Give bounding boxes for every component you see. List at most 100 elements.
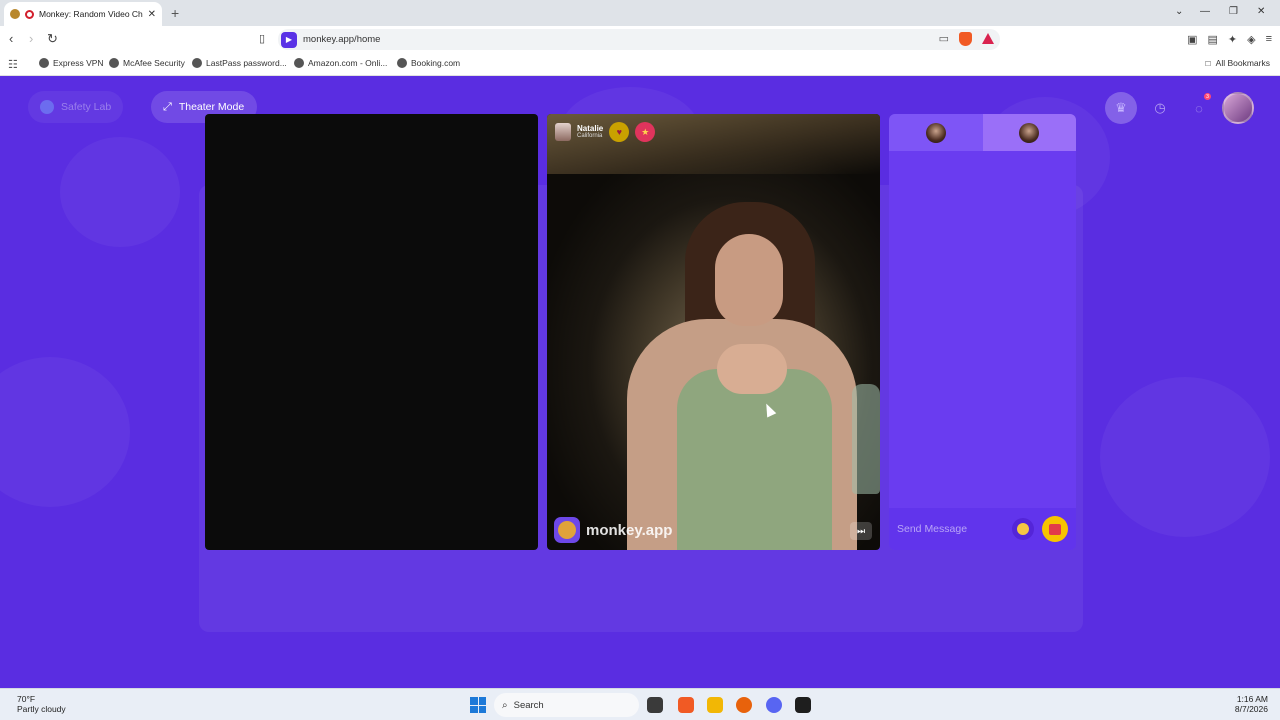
bookmark-item[interactable]: LastPass password... (192, 58, 287, 68)
bookmark-label: Booking.com (411, 58, 461, 68)
watermark-text: monkey.app (586, 521, 673, 539)
bookmarks-bar: ☷ Express VPN McAfee Security LastPass p… (0, 53, 1280, 76)
globe-icon (192, 58, 202, 68)
brave-rewards-icon[interactable] (982, 33, 994, 44)
tab-search-dropdown-icon[interactable]: ⌄ (1175, 6, 1183, 17)
clock-icon[interactable]: ◷ (1144, 92, 1176, 124)
gift-icon[interactable] (1042, 516, 1068, 542)
partner-avatar (925, 122, 946, 143)
address-bar[interactable]: ▶ monkey.app/home ▭ (278, 29, 1000, 50)
chat-bubble-icon[interactable]: ◌ 3 (1183, 92, 1215, 124)
wallet-icon[interactable]: ▤ (1207, 33, 1217, 46)
bookmark-label: LastPass password... (206, 58, 287, 68)
monkey-logo-icon (554, 517, 580, 543)
close-window-button[interactable]: ✕ (1257, 6, 1265, 17)
video-figure (717, 344, 787, 394)
windows-start-icon[interactable] (470, 697, 486, 713)
send-message-input[interactable]: Send Message (897, 523, 1012, 535)
bookmark-page-icon[interactable]: ▯ (259, 32, 265, 46)
clock[interactable]: 1:16 AM 8/7/2026 (1235, 694, 1268, 714)
emoji-face-icon (1017, 523, 1029, 535)
chat-panel: Send Message (889, 114, 1076, 550)
weather-desc: Partly cloudy (17, 704, 66, 714)
caller-location: California (577, 133, 603, 139)
search-icon: ⌕ (502, 699, 508, 711)
bookmark-item[interactable]: Amazon.com - Onli... (294, 58, 387, 68)
discord-icon[interactable] (766, 697, 782, 713)
app-icon[interactable] (736, 697, 752, 713)
background-blob (0, 357, 130, 507)
vpn-shield-icon[interactable]: ◈ (1247, 33, 1255, 46)
badge-icon[interactable]: ★ (635, 122, 656, 142)
globe-icon (109, 58, 119, 68)
url-text[interactable]: monkey.app/home (303, 34, 380, 45)
crown-icon[interactable]: ♛ (1105, 92, 1137, 124)
caller-avatar[interactable] (555, 123, 571, 141)
brave-browser-icon[interactable] (678, 697, 694, 713)
chat-tab-partner[interactable] (889, 114, 983, 151)
bookmark-item[interactable]: McAfee Security (109, 58, 185, 68)
clock-date: 8/7/2026 (1234, 704, 1268, 714)
notification-badge: 3 (1204, 93, 1211, 100)
video-figure (677, 369, 832, 550)
video-figure (715, 234, 783, 326)
video-object (852, 384, 880, 494)
site-camera-icon: ▶ (281, 31, 297, 48)
windows-taskbar: 70°F Partly cloudy ⌕ Search 1:16 AM 8/7/… (0, 688, 1280, 720)
user-avatar[interactable] (1222, 92, 1254, 124)
reload-icon[interactable]: ↻ (47, 32, 58, 46)
forward-arrow-icon[interactable]: › (29, 32, 33, 46)
new-tab-button[interactable]: + (171, 5, 179, 21)
restore-button[interactable]: ❐ (1229, 6, 1238, 17)
file-explorer-icon[interactable] (707, 697, 723, 713)
bookmark-item[interactable]: Express VPN (39, 58, 104, 68)
bookmark-label: McAfee Security (123, 58, 185, 68)
background-blob (1100, 377, 1270, 537)
safety-lab-button[interactable]: Safety Lab (28, 91, 124, 123)
gift-box-icon (1049, 523, 1061, 535)
back-arrow-icon[interactable]: ‹ (9, 32, 13, 46)
toolbar-actions: ▣ ▤ ✦ ◈ ≡ (1187, 33, 1272, 46)
partner-video-feed: Natalie California ♥ ★ monkey.app ⏭ (547, 114, 880, 550)
chat-tabs (889, 114, 1076, 151)
weather-temp: 70°F (17, 694, 36, 704)
apps-grid-icon[interactable]: ☷ (8, 58, 18, 71)
caller-text: Natalie California (577, 124, 603, 140)
chat-tab-other[interactable] (982, 114, 1076, 151)
bookmark-item[interactable]: Booking.com (397, 58, 460, 68)
bookmark-label: Express VPN (53, 58, 104, 68)
taskbar-search-label: Search (513, 699, 544, 711)
all-bookmarks-label: All Bookmarks (1215, 58, 1270, 68)
folder-icon: □ (1205, 58, 1211, 68)
emoji-icon[interactable] (1012, 518, 1034, 540)
expand-icon: ⤢ (163, 100, 172, 113)
globe-icon (397, 58, 407, 68)
browser-tab-bar: Monkey: Random Video Chat ✕ + ⌄ — ❐ ✕ (0, 0, 1280, 26)
minimize-button[interactable]: — (1200, 6, 1210, 17)
globe-icon (294, 58, 304, 68)
recording-indicator-icon (25, 9, 34, 19)
browser-tab[interactable]: Monkey: Random Video Chat ✕ (4, 2, 162, 26)
monkey-favicon-icon (10, 9, 20, 19)
close-tab-icon[interactable]: ✕ (148, 9, 156, 20)
clock-time: 1:16 AM (1236, 694, 1268, 704)
task-view-icon[interactable] (647, 697, 663, 713)
weather-widget[interactable]: 70°F Partly cloudy (17, 694, 66, 714)
leo-ai-icon[interactable]: ✦ (1228, 33, 1237, 46)
heart-icon[interactable]: ♥ (609, 122, 630, 142)
self-video-feed (205, 114, 538, 550)
safety-lab-label: Safety Lab (61, 101, 112, 113)
taskbar-search[interactable]: ⌕ Search (494, 693, 639, 717)
brave-shields-icon[interactable] (959, 32, 972, 46)
chat-input-row: Send Message (889, 508, 1076, 550)
cast-icon[interactable]: ▭ (939, 32, 949, 46)
terminal-icon[interactable] (795, 697, 811, 713)
background-blob (60, 137, 180, 247)
caller-info: Natalie California ♥ ★ (555, 122, 656, 142)
sidebar-icon[interactable]: ▣ (1187, 33, 1197, 46)
address-bar-actions: ▭ (939, 32, 994, 46)
shield-icon (40, 100, 54, 114)
menu-icon[interactable]: ≡ (1266, 33, 1272, 46)
all-bookmarks-button[interactable]: □ All Bookmarks (1206, 58, 1270, 68)
skip-icon[interactable]: ⏭ (850, 522, 872, 540)
